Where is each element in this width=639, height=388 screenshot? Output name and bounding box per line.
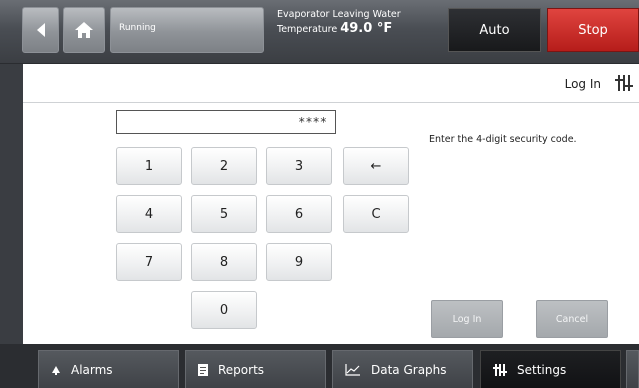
stop-button[interactable]: Stop (547, 8, 639, 52)
key-9[interactable]: 9 (266, 243, 332, 281)
key-2[interactable]: 2 (191, 147, 257, 185)
bell-icon (51, 365, 61, 375)
status-indicator: Running (110, 7, 264, 53)
tab-reports[interactable]: Reports (185, 350, 326, 388)
tab-alarms-label: Alarms (71, 362, 113, 377)
status-text: Running (119, 23, 156, 33)
panel-header: Log In (23, 64, 639, 103)
tab-data-graphs-label: Data Graphs (371, 362, 447, 377)
back-button[interactable] (22, 7, 59, 53)
clear-key[interactable]: C (343, 195, 409, 233)
line-graph-icon (345, 363, 361, 376)
key-5[interactable]: 5 (191, 195, 257, 233)
key-3[interactable]: 3 (266, 147, 332, 185)
tab-reports-label: Reports (218, 362, 265, 377)
tab-settings-label: Settings (517, 362, 567, 377)
key-8[interactable]: 8 (191, 243, 257, 281)
page-title: Log In (564, 77, 601, 91)
top-bar: Running Evaporator Leaving Water Tempera… (0, 0, 639, 64)
document-icon (198, 363, 208, 376)
key-6[interactable]: 6 (266, 195, 332, 233)
bottom-tab-bar: Alarms Reports Data Graphs Settings (0, 344, 639, 388)
security-code-field[interactable]: **** (116, 110, 336, 134)
cancel-button[interactable]: Cancel (536, 300, 608, 338)
key-1[interactable]: 1 (116, 147, 182, 185)
tab-settings[interactable]: Settings (480, 350, 621, 388)
evaporator-temperature-readout: Evaporator Leaving Water Temperature 49.… (277, 8, 447, 37)
auto-mode-button[interactable]: Auto (448, 8, 541, 52)
evap-value: 49.0 °F (340, 21, 393, 36)
home-icon (75, 22, 93, 38)
tab-overflow[interactable] (626, 350, 639, 388)
key-0[interactable]: 0 (191, 291, 257, 329)
instruction-text: Enter the 4-digit security code. (429, 134, 577, 145)
tab-alarms[interactable]: Alarms (38, 350, 179, 388)
login-button[interactable]: Log In (431, 300, 503, 338)
login-panel: Log In **** Enter the 4-digit security c… (23, 64, 639, 344)
evap-label-line2: Temperature (277, 24, 338, 35)
settings-sliders-icon (493, 363, 507, 376)
key-7[interactable]: 7 (116, 243, 182, 281)
settings-sliders-icon (615, 75, 633, 91)
tab-data-graphs[interactable]: Data Graphs (332, 350, 473, 388)
evap-label-line1: Evaporator Leaving Water (277, 9, 401, 20)
backspace-key[interactable]: ← (343, 147, 409, 185)
back-arrow-icon (36, 23, 45, 37)
home-button[interactable] (63, 7, 105, 53)
key-4[interactable]: 4 (116, 195, 182, 233)
